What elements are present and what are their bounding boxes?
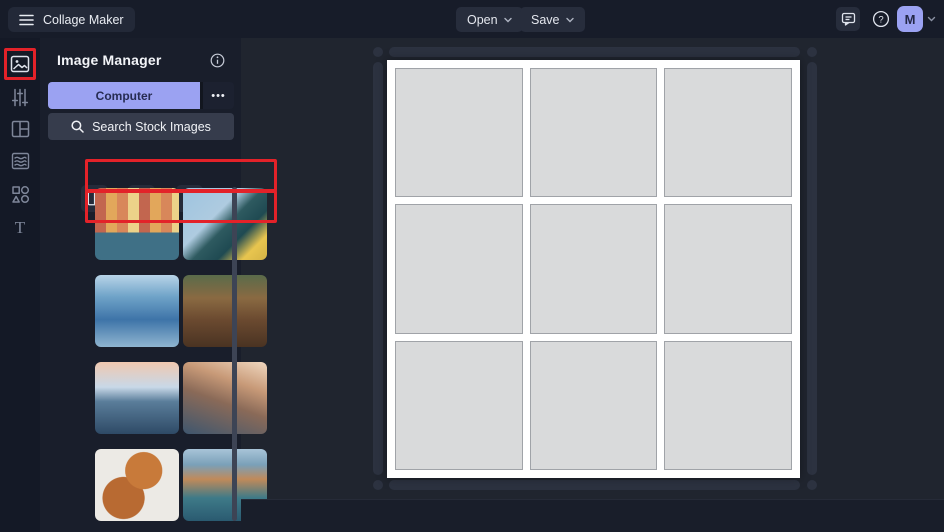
search-icon: [71, 120, 84, 133]
uploaded-images-list: [95, 188, 267, 521]
chevron-down-icon: [566, 16, 574, 24]
collage-cell[interactable]: [664, 341, 792, 470]
open-button-label: Open: [467, 13, 498, 27]
horizontal-scroll-track-top[interactable]: [389, 47, 800, 57]
collage-cell[interactable]: [395, 204, 523, 333]
tools-sidebar: T: [0, 38, 40, 532]
user-avatar[interactable]: M: [897, 6, 923, 32]
collage-cell[interactable]: [664, 204, 792, 333]
collage-canvas[interactable]: [387, 60, 800, 478]
horizontal-scroll-track-bottom[interactable]: [389, 480, 800, 490]
track-corner-dot: [807, 480, 817, 490]
chevron-down-icon: [504, 16, 512, 24]
track-corner-dot: [373, 480, 383, 490]
bottom-toolbar: [241, 499, 944, 532]
sidebar-item-edit-adjustments[interactable]: [9, 86, 31, 108]
image-manager-panel: Image Manager Computer ••• Search Stock …: [40, 38, 241, 532]
app-title: Collage Maker: [43, 13, 124, 27]
open-button[interactable]: Open: [456, 7, 523, 32]
collage-grid: [387, 60, 800, 478]
thumbnail-trattoria-storefront[interactable]: [183, 275, 267, 347]
collage-cell[interactable]: [395, 341, 523, 470]
collage-cell[interactable]: [395, 68, 523, 197]
collage-cell[interactable]: [530, 68, 658, 197]
thumbnail-couple-seaside-sunset[interactable]: [95, 362, 179, 434]
top-bar: Collage Maker Open Save ? M: [0, 0, 944, 38]
sidebar-item-graphics[interactable]: [9, 183, 31, 205]
thumbnail-passports-travel[interactable]: [183, 188, 267, 260]
hamburger-menu-icon[interactable]: [19, 14, 34, 26]
info-icon[interactable]: [210, 53, 225, 68]
thumbnail-burano-colorful-street[interactable]: [95, 188, 179, 260]
search-stock-images-button[interactable]: Search Stock Images: [48, 113, 234, 140]
feedback-button[interactable]: [836, 7, 860, 31]
save-button[interactable]: Save: [520, 7, 585, 32]
sidebar-item-image-manager[interactable]: [9, 53, 31, 75]
vertical-scroll-track-right[interactable]: [807, 62, 817, 475]
more-options-button[interactable]: •••: [203, 82, 234, 109]
collage-cell[interactable]: [530, 341, 658, 470]
question-mark-icon: ?: [872, 10, 890, 28]
search-button-label: Search Stock Images: [92, 120, 211, 134]
track-corner-dot: [807, 47, 817, 57]
thumbnail-blue-alley[interactable]: [95, 275, 179, 347]
svg-text:T: T: [15, 218, 26, 236]
thumbnail-pizza-table[interactable]: [95, 449, 179, 521]
panel-scrollbar[interactable]: [232, 187, 237, 521]
thumbnail-manarola-cliff-village[interactable]: [183, 362, 267, 434]
svg-text:?: ?: [878, 15, 883, 26]
computer-upload-button[interactable]: Computer: [48, 82, 200, 109]
sidebar-item-templates[interactable]: [9, 150, 31, 172]
track-corner-dot: [373, 47, 383, 57]
collage-cell[interactable]: [664, 68, 792, 197]
sidebar-item-text[interactable]: T: [9, 216, 31, 238]
save-button-label: Save: [531, 13, 560, 27]
app-menu-chip[interactable]: Collage Maker: [8, 7, 135, 32]
vertical-scroll-track-left[interactable]: [373, 62, 383, 475]
help-button[interactable]: ?: [869, 7, 893, 31]
sidebar-item-layouts[interactable]: [9, 118, 31, 140]
collage-cell[interactable]: [530, 204, 658, 333]
panel-title: Image Manager: [57, 52, 162, 68]
chat-bubble-icon: [841, 12, 856, 26]
upload-source-group: Computer •••: [48, 82, 234, 109]
account-chevron-down-icon[interactable]: [927, 15, 936, 23]
